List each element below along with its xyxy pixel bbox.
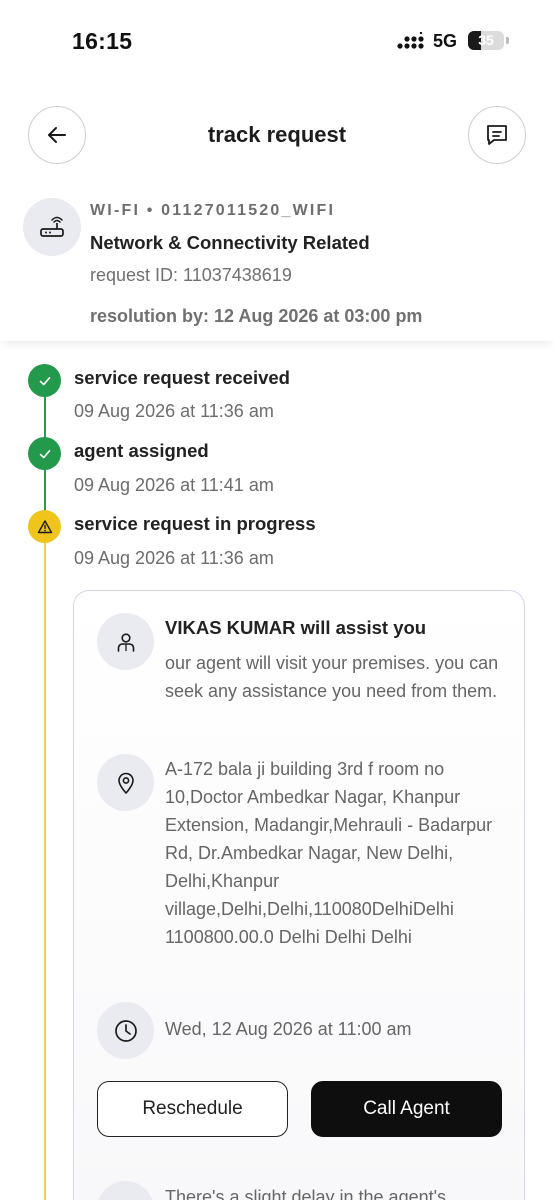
visit-time: Wed, 12 Aug 2026 at 11:00 am xyxy=(165,1019,412,1039)
check-icon xyxy=(39,376,50,385)
step-progress-dot xyxy=(28,510,61,543)
person-icon xyxy=(117,632,134,652)
clock-icon-container xyxy=(97,1002,154,1059)
request-title: Network & Connectivity Related xyxy=(90,232,370,253)
step-time: 09 Aug 2026 at 11:36 am xyxy=(74,401,274,421)
agent-name: VIKAS KUMAR will assist you xyxy=(165,617,427,638)
step-done-dot xyxy=(28,437,61,470)
step-time: 09 Aug 2026 at 11:41 am xyxy=(74,475,274,495)
call-agent-button[interactable]: Call Agent xyxy=(311,1081,502,1137)
clock-icon xyxy=(114,1019,137,1042)
visit-address: A-172 bala ji building 3rd f room no 10,… xyxy=(165,759,493,947)
check-icon xyxy=(39,449,50,458)
resolution-date: resolution by: 12 Aug 2026 at 03:00 pm xyxy=(90,306,423,326)
step-title: service request received xyxy=(74,367,290,388)
battery-level: 35 xyxy=(478,32,494,48)
location-icon-container xyxy=(97,754,154,811)
step-time: 09 Aug 2026 at 11:36 am xyxy=(74,548,274,568)
header: track request xyxy=(0,100,554,170)
battery-tip xyxy=(506,37,509,44)
request-id: request ID: 11037438619 xyxy=(90,265,292,285)
step-done-dot xyxy=(28,364,61,397)
chat-button[interactable] xyxy=(468,106,526,164)
delay-note: There's a slight delay in the agent's xyxy=(165,1187,447,1200)
signal-icon xyxy=(397,32,424,49)
timeline-line-pending xyxy=(44,528,46,1200)
info-icon-container xyxy=(97,1181,154,1200)
status-time: 16:15 xyxy=(72,28,133,54)
agent-icon-container xyxy=(97,613,154,670)
status-bar: 16:15 5G 35 xyxy=(0,0,554,84)
battery-icon: 35 xyxy=(468,31,504,50)
agent-card: VIKAS KUMAR will assist you our agent wi… xyxy=(73,590,525,1200)
agent-description: our agent will visit your premises. you … xyxy=(165,653,499,701)
location-pin-icon xyxy=(117,772,134,794)
step-title: service request in progress xyxy=(74,513,316,534)
router-icon-container xyxy=(23,198,81,256)
reschedule-button[interactable]: Reschedule xyxy=(97,1081,288,1137)
network-type: 5G xyxy=(433,31,458,51)
service-category: WI-FI • 01127011520_WIFI xyxy=(90,202,336,219)
warning-icon xyxy=(37,519,52,533)
step-title: agent assigned xyxy=(74,440,209,461)
router-icon xyxy=(40,216,64,237)
request-summary: WI-FI • 01127011520_WIFI Network & Conne… xyxy=(0,186,554,341)
chat-icon xyxy=(487,125,507,145)
